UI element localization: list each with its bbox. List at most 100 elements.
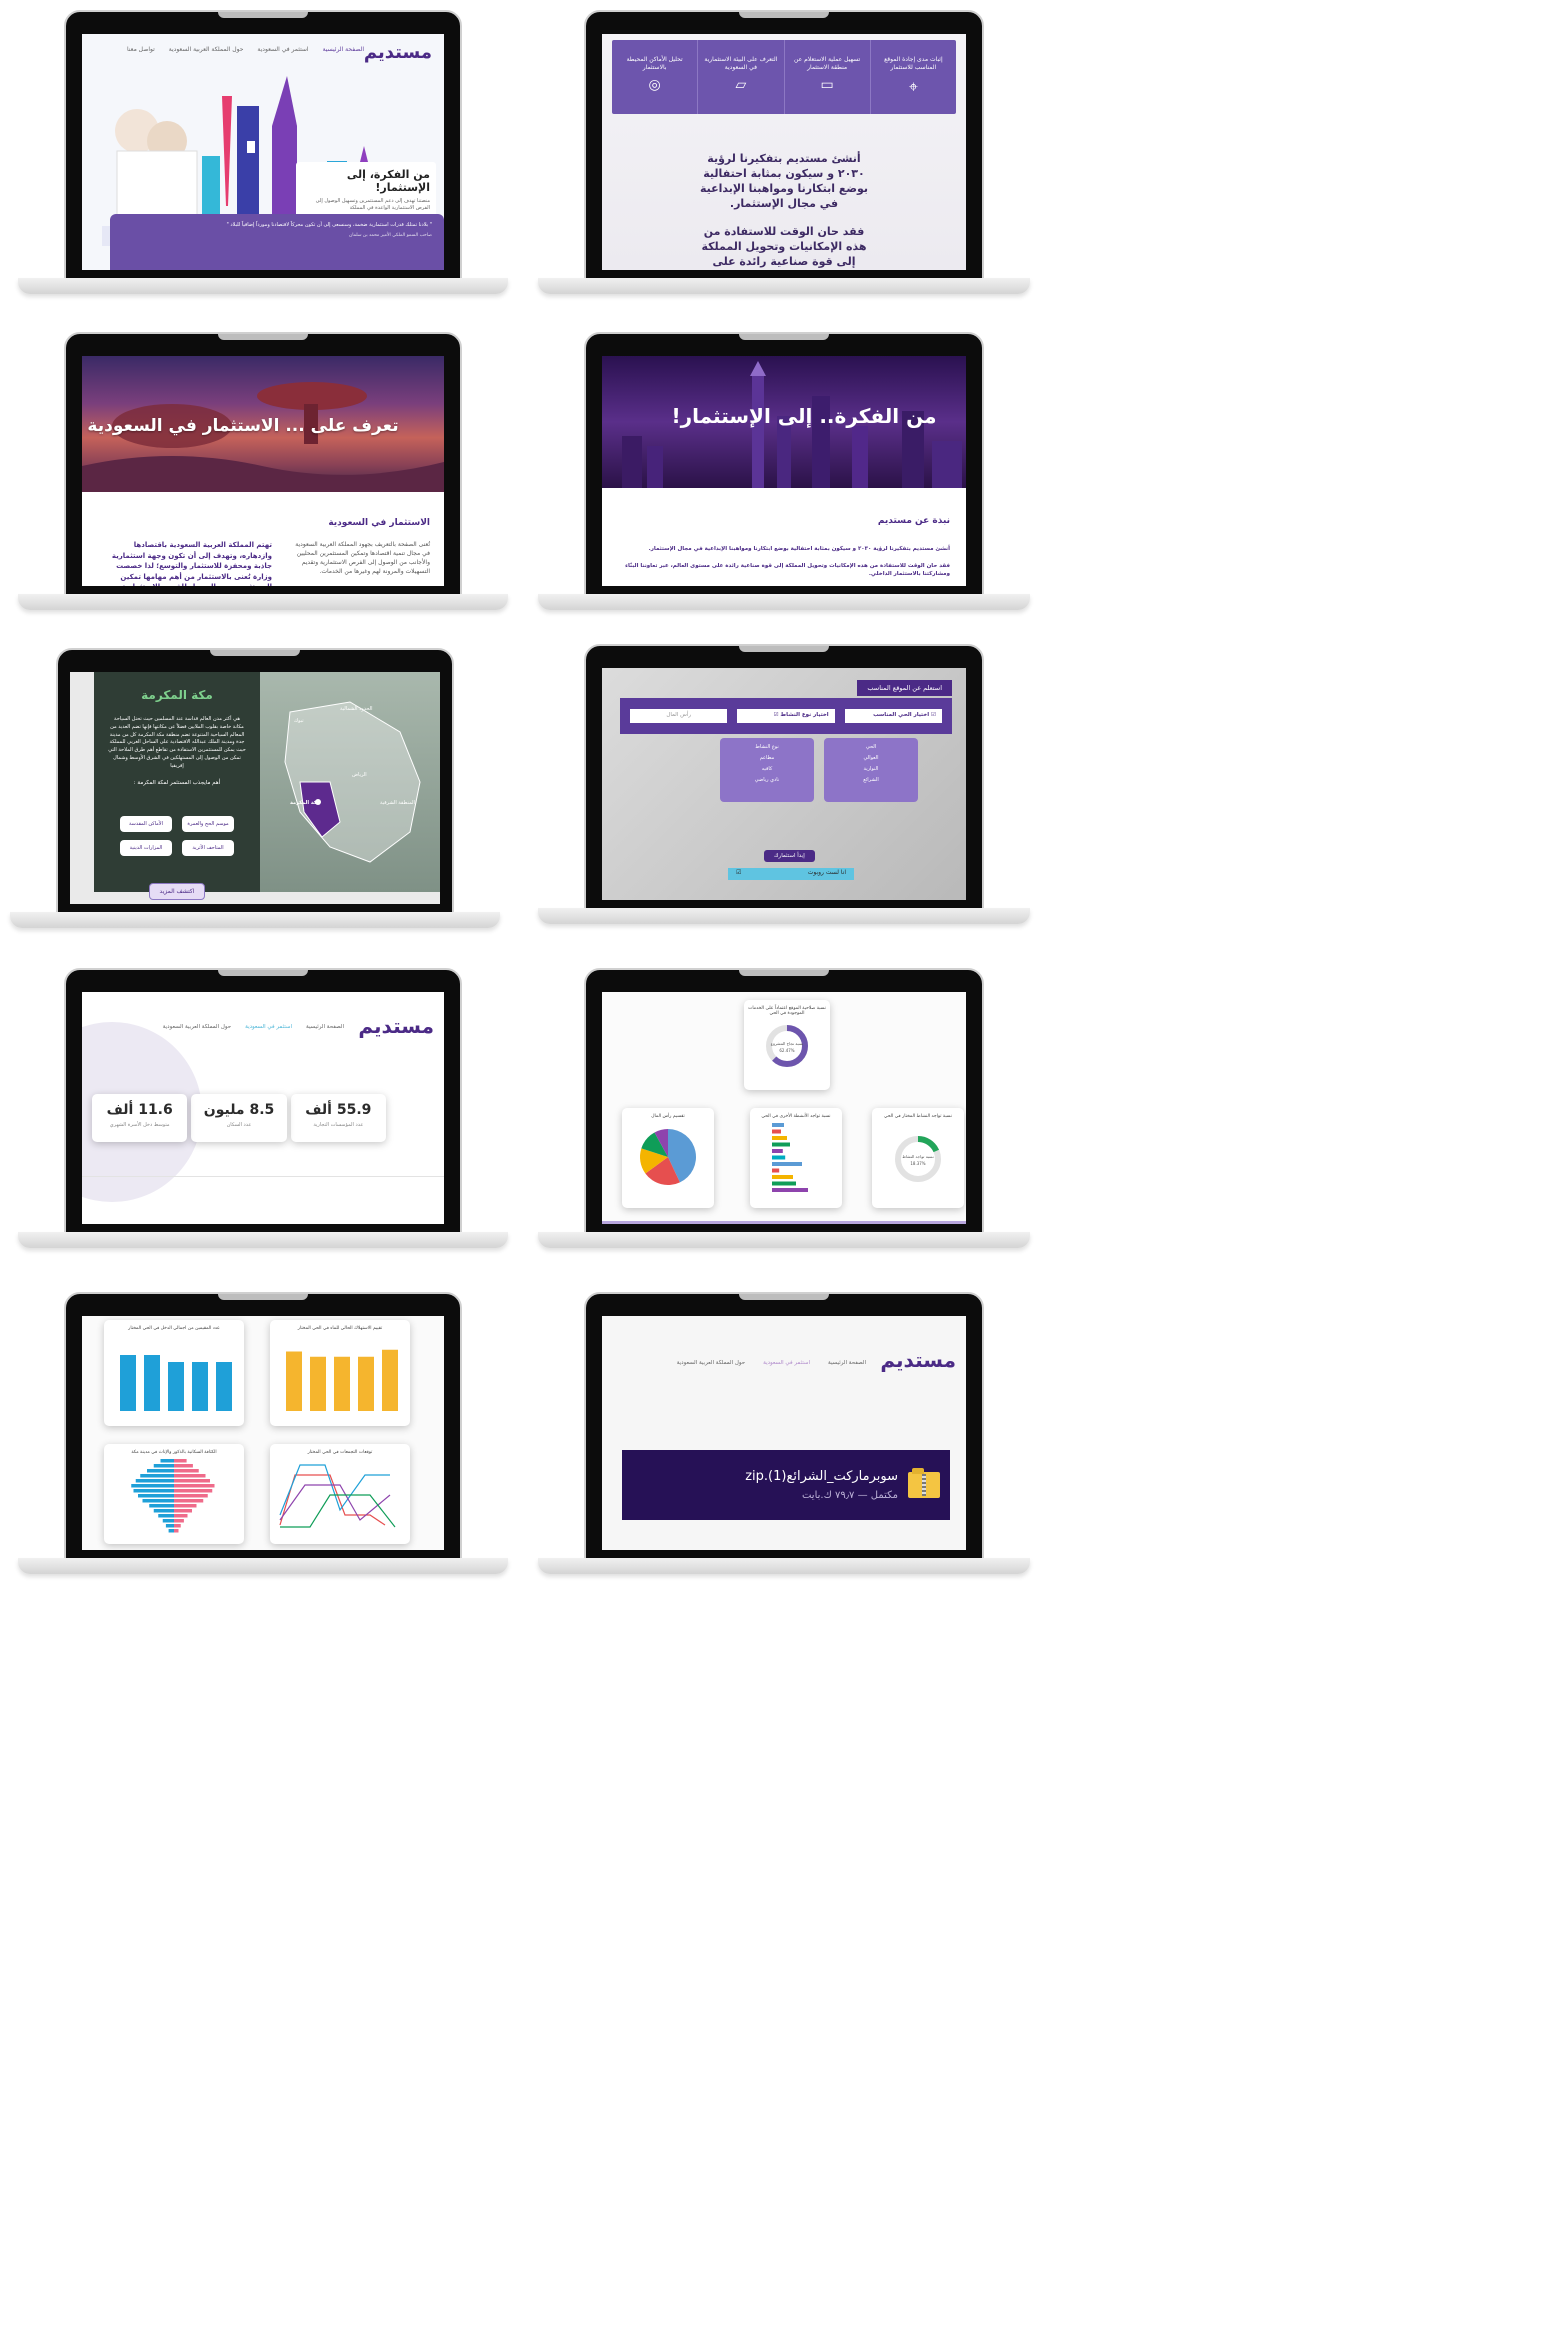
pyramid-bar-female	[174, 1504, 197, 1508]
quote-banner: " بلادنا تمتلك قدرات استثمارية ضخمة، وسن…	[110, 214, 444, 270]
activity-option[interactable]: نوع النشاط	[720, 742, 814, 753]
pyramid-bar-female	[174, 1479, 210, 1483]
stat-value: 55.9 ألف	[305, 1102, 372, 1118]
nav-home[interactable]: الصفحة الرئيسية	[306, 1024, 344, 1030]
tag-hajj[interactable]: موسم الحج والعمرة	[182, 816, 234, 833]
about-para-2: فقد حان الوقت للاستفادة من هذه الإمكانيا…	[625, 563, 950, 578]
blue-bar	[168, 1362, 184, 1411]
section-col-1: تُعنى الصفحة بالتعريف بجهود المملكة العر…	[295, 541, 430, 575]
bars-tile: نسبة تواجد الأنشطة الأخرى في الحي	[750, 1108, 842, 1208]
laptop-2: إثبات مدى إجادة الموقع المناسب للاستثمار…	[538, 10, 1030, 298]
quote-text: " بلادنا تمتلك قدرات استثمارية ضخمة، وسن…	[226, 222, 432, 228]
district-option[interactable]: الشرائع	[824, 775, 918, 786]
hbar	[772, 1149, 783, 1153]
attractions-subtitle: أهم مايجذب المستثمر لمكة المكرمة :	[133, 780, 221, 787]
activity-option[interactable]: مطاعم	[720, 753, 814, 764]
donut-label: نسبة تواجد النشاط	[902, 1154, 933, 1159]
line-chart	[279, 1464, 396, 1528]
activity-option[interactable]: كافيه	[720, 764, 814, 775]
pyramid-bar-female	[174, 1529, 179, 1533]
stat-label: عدد المؤسسات التجارية	[313, 1122, 364, 1128]
city-body: هي أكثر مدن العالم قداسة عند المسلمين حي…	[108, 716, 246, 769]
activity-option[interactable]: نادي رياضي	[720, 775, 814, 786]
laptop-6: استعلم عن الموقع المناسب ☑ اختيار الحي ا…	[538, 644, 1030, 926]
hero-title: تعرف على ... الاستثمار في السعودية	[87, 416, 399, 436]
pyramid-bar-male	[160, 1459, 174, 1463]
site-logo[interactable]: مستديم	[364, 42, 432, 63]
discover-more-button[interactable]: اكتشف المزيد	[148, 883, 206, 901]
pyramid-bar-male	[133, 1489, 174, 1493]
pyramid-bar-male	[153, 1509, 174, 1513]
section-title: الاستثمار في السعودية	[328, 518, 430, 528]
population-pyramid-chart	[131, 1459, 215, 1533]
tag-holy-places[interactable]: الأماكن المقدسة	[120, 816, 172, 833]
pyramid-bar-male	[142, 1499, 174, 1503]
feature-3: التعرف على البيئة الاستثمارية في السعودي…	[697, 40, 783, 114]
map-label-eastern[interactable]: المنطقة الشرقية	[380, 800, 415, 806]
nav-contact[interactable]: تواصل معنا	[127, 46, 155, 53]
download-card[interactable]: سوبرماركت_الشرائع(1).zip مكتمل — ٧٩٫٧ ك.…	[622, 1450, 950, 1520]
hbar	[772, 1162, 802, 1166]
activity-select[interactable]: اختيار نوع النشاط ☑	[737, 709, 835, 723]
capital-input[interactable]: رأس المال	[630, 709, 728, 723]
yellow-bar	[358, 1356, 374, 1411]
nav-invest[interactable]: استثمر في السعودية	[257, 46, 308, 53]
blue-bar-tile: عدد المقيمين من اجمالي الدخل في الحي الم…	[104, 1320, 244, 1426]
pyramid-bar-male	[138, 1494, 174, 1498]
nav-home[interactable]: الصفحة الرئيسية	[323, 46, 364, 53]
donut-right-tile: نسبة تواجد النشاط المختار في الحي نسبة ت…	[872, 1108, 964, 1208]
stats-row: 55.9 ألف عدد المؤسسات التجارية 8.5 مليون…	[92, 1094, 386, 1142]
tag-shrines[interactable]: المزارات الدينية	[120, 840, 172, 857]
hero-title: من الفكرة.. إلى الإستثمار!	[671, 404, 937, 428]
site-logo[interactable]: مستديم	[358, 1014, 434, 1038]
hbar	[772, 1175, 793, 1179]
district-option[interactable]: الحي	[824, 742, 918, 753]
start-invest-button[interactable]: إبدأ استثمارك	[764, 850, 815, 862]
hbar	[772, 1188, 808, 1192]
feature-4: تحليل الأماكن المحيطة بالاستثمار ◎	[612, 40, 697, 114]
nav-invest[interactable]: استثمر في السعودية	[245, 1024, 292, 1030]
captcha-box[interactable]: انا لست روبوت ☑	[728, 868, 854, 880]
file-status: مكتمل — ٧٩٫٧ ك.بايت	[801, 1490, 898, 1501]
pie-tile: تقسيم رأس المال	[622, 1108, 714, 1208]
activity-dropdown[interactable]: نوع النشاط مطاعم كافيه نادي رياضي	[720, 738, 814, 802]
site-logo[interactable]: مستديم	[880, 1348, 956, 1372]
pyramid-bar-female	[174, 1524, 181, 1528]
pyramid-bar-male	[135, 1479, 174, 1483]
form-header: استعلم عن الموقع المناسب	[857, 680, 952, 696]
chart-search-icon: ◎	[648, 76, 661, 93]
map-label-makkah[interactable]: مكة المكرمة	[290, 800, 320, 806]
laptop-7: مستديم الصفحة الرئيسية استثمر في السعودي…	[18, 968, 508, 1252]
desert-hero: تعرف على ... الاستثمار في السعودية	[82, 356, 444, 492]
tags-grid: موسم الحج والعمرة الأماكن المقدسة المتاح…	[120, 816, 234, 857]
district-option[interactable]: النوارية	[824, 764, 918, 775]
district-option[interactable]: العوالي	[824, 753, 918, 764]
hbar	[772, 1155, 786, 1160]
yellow-bar	[382, 1349, 398, 1411]
tag-museums[interactable]: المتاحف الأثرية	[182, 840, 234, 857]
map-label-tabuk[interactable]: تبوك	[294, 718, 304, 724]
nav-about[interactable]: حول المملكة العربية السعودية	[163, 1024, 231, 1030]
nav-about[interactable]: حول المملكة العربية السعودية	[677, 1360, 745, 1366]
district-dropdown[interactable]: الحي العوالي النوارية الشرائع	[824, 738, 918, 802]
map-label-riyadh[interactable]: الرياض	[352, 772, 367, 778]
map-label-northern[interactable]: الحدود الشمالية	[340, 706, 373, 712]
check-icon: ☑	[736, 869, 742, 876]
screen-7: مستديم الصفحة الرئيسية استثمر في السعودي…	[82, 992, 444, 1224]
blue-bar	[120, 1355, 136, 1411]
hero-body: منصتنا تهدف إلى دعم المستثمرين وتسهيل ال…	[315, 198, 430, 211]
nav-home[interactable]: الصفحة الرئيسية	[828, 1360, 866, 1366]
screen-3: تعرف على ... الاستثمار في السعودية الاست…	[82, 356, 444, 586]
screen-6: استعلم عن الموقع المناسب ☑ اختيار الحي ا…	[602, 668, 966, 900]
map-panel: مكة المكرمة الرياض المنطقة الشرقية تبوك …	[260, 672, 440, 892]
pie-chart	[640, 1129, 696, 1185]
pyramid-bar-female	[174, 1509, 192, 1513]
about-para-1: أنشئ مستديم بتفكيرنا لرؤية ٢٠٣٠ و سيكون …	[648, 546, 950, 552]
pyramid-bar-male	[149, 1504, 174, 1508]
bottom-accent	[602, 1221, 966, 1224]
district-select[interactable]: ☑ اختيار الحي المناسب	[844, 709, 942, 723]
nav-invest[interactable]: استثمر في السعودية	[763, 1360, 810, 1366]
nav-about[interactable]: حول المملكة العربية السعودية	[169, 46, 244, 53]
pyramid-bar-female	[174, 1499, 204, 1503]
pyramid-bar-male	[158, 1514, 174, 1518]
